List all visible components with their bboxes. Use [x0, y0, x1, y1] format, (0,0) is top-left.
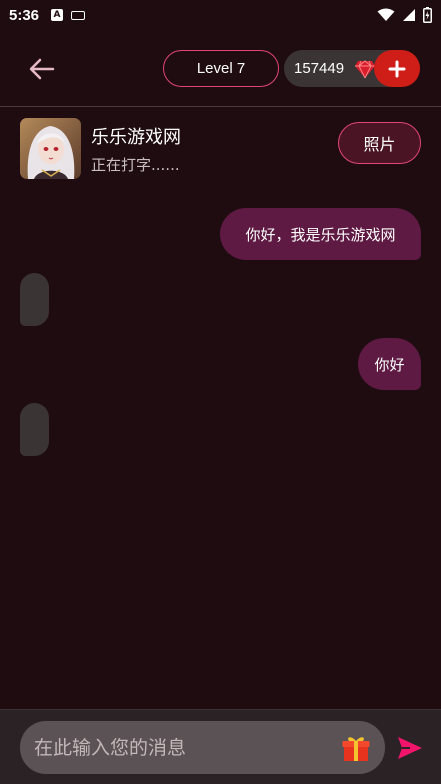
avatar[interactable] [20, 118, 81, 179]
message-input[interactable] [34, 721, 334, 774]
level-label: Level 7 [196, 60, 246, 77]
composer-bar [0, 709, 441, 784]
gift-icon[interactable] [341, 733, 371, 763]
battery-charging-icon [423, 7, 432, 23]
arrow-left-icon [29, 58, 55, 80]
message-bubble-bot [20, 273, 49, 326]
message-bubble-user: 你好 [358, 338, 421, 390]
message-input-box [20, 721, 385, 774]
message-text: 你好 [374, 355, 405, 374]
status-bar: 5:36 A [0, 0, 441, 30]
coin-balance: 157449 [284, 50, 420, 87]
header-divider [0, 106, 441, 107]
character-profile: 乐乐游戏网 正在打字...... 照片 [0, 108, 441, 184]
message-text: 你好，我是乐乐游戏网 [245, 225, 396, 244]
keyboard-icon [71, 10, 86, 20]
status-time: 5:36 [9, 6, 40, 24]
message-bubble-user: 你好，我是乐乐游戏网 [220, 208, 421, 260]
send-button[interactable] [396, 735, 424, 761]
message-bubble-bot [20, 403, 49, 456]
a-badge-icon: A [51, 9, 64, 21]
chat-screen: 5:36 A Level 7 157449 乐乐游戏网 正在打字...... 照… [0, 0, 441, 784]
wifi-icon [377, 8, 395, 21]
plus-icon [388, 60, 406, 77]
coin-value: 157449 [294, 60, 345, 77]
add-coins-button[interactable] [374, 50, 420, 87]
level-badge[interactable]: Level 7 [163, 50, 279, 87]
avatar-image [20, 118, 81, 179]
back-button[interactable] [26, 56, 58, 82]
photo-button[interactable]: 照片 [338, 122, 421, 164]
top-bar: Level 7 157449 [0, 30, 441, 107]
signal-icon [403, 9, 415, 21]
photo-button-label: 照片 [363, 135, 396, 154]
gem-icon [355, 60, 375, 79]
typing-status: 正在打字...... [91, 156, 180, 174]
character-name: 乐乐游戏网 [91, 127, 181, 148]
status-icons [377, 7, 432, 23]
